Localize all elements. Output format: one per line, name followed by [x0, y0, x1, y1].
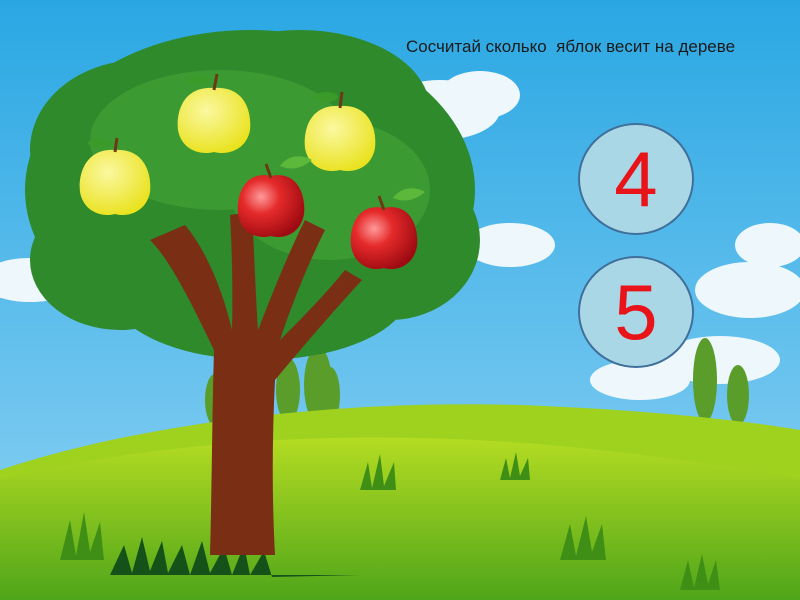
answer-option-5[interactable]: 5	[578, 256, 694, 368]
task-instruction: Сосчитай сколько яблок весит на дереве	[406, 37, 736, 56]
hill-front	[0, 437, 800, 600]
answer-option-4[interactable]: 4	[578, 123, 694, 235]
answer-label: 5	[614, 268, 658, 356]
answer-label: 4	[614, 135, 658, 223]
